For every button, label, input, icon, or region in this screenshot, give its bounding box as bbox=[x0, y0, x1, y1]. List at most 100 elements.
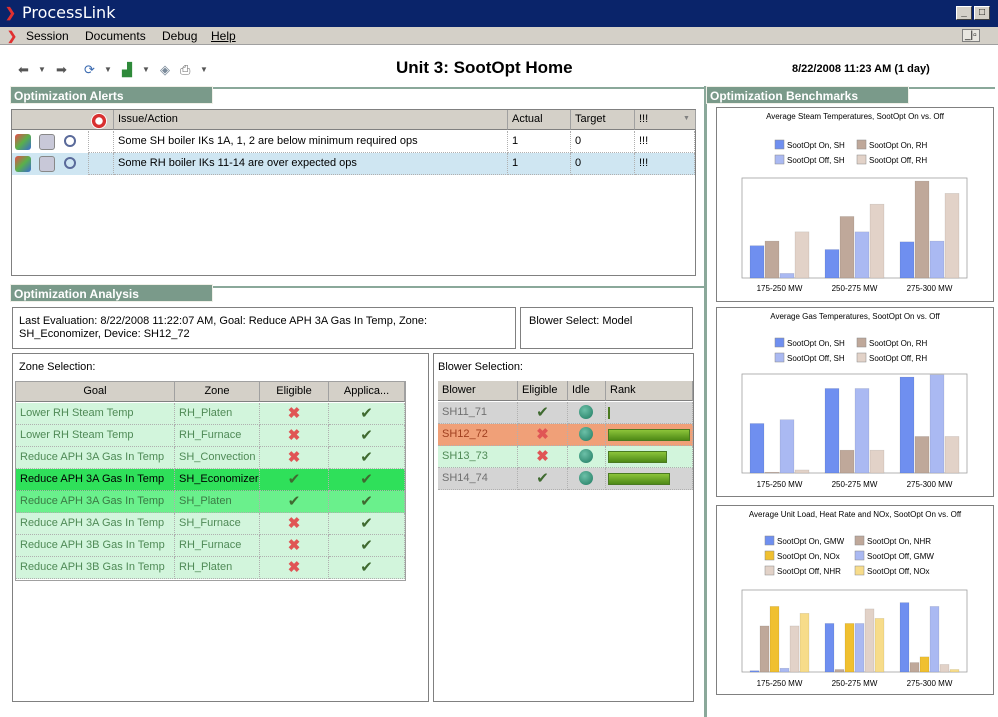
menu-help[interactable]: Help bbox=[211, 29, 236, 43]
blower-row[interactable]: SH11_71 ✔ bbox=[438, 402, 693, 424]
blower-row[interactable]: SH12_72 ✖ bbox=[438, 424, 693, 446]
chart-bar bbox=[839, 449, 855, 474]
legend-swatch bbox=[854, 565, 865, 576]
zone-goal-cell: Reduce APH 3A Gas In Temp bbox=[16, 469, 175, 491]
blower-row[interactable]: SH14_74 ✔ bbox=[438, 468, 693, 490]
palette-icon[interactable]: ◈ bbox=[160, 62, 170, 78]
magnifier-icon[interactable] bbox=[64, 135, 76, 147]
chevron-down-icon[interactable]: ▼ bbox=[683, 115, 690, 122]
eligible-check-icon: ✔ bbox=[518, 402, 568, 424]
chart-bar bbox=[794, 231, 810, 279]
idle-cell bbox=[568, 402, 606, 424]
print-dropdown-icon[interactable]: ▼ bbox=[200, 65, 208, 74]
refresh-dropdown-icon[interactable]: ▼ bbox=[104, 65, 112, 74]
blower-col-name[interactable]: Blower bbox=[438, 381, 518, 401]
chart-bar bbox=[799, 613, 810, 673]
chart-bar bbox=[764, 240, 780, 279]
chart-bar bbox=[824, 388, 840, 474]
chart-bar bbox=[794, 469, 810, 474]
applicable-check-icon: ✔ bbox=[329, 491, 405, 513]
eligible-check-icon: ✔ bbox=[260, 469, 329, 491]
zone-row[interactable]: Reduce APH 3A Gas In Temp SH_Furnace ✖ ✔ bbox=[16, 513, 405, 535]
idle-status-icon bbox=[579, 405, 593, 419]
alerts-col-issue[interactable]: Issue/Action bbox=[114, 110, 508, 130]
document-check-icon[interactable] bbox=[39, 156, 55, 172]
zone-goal-cell: Lower RH Steam Temp bbox=[16, 403, 175, 425]
menu-session[interactable]: Session bbox=[26, 29, 69, 43]
printer-icon[interactable]: ⎙ bbox=[180, 62, 190, 78]
zone-row[interactable]: Reduce APH 3A Gas In Temp SH_Convection ✖ ✔ bbox=[16, 447, 405, 469]
maximize-button[interactable]: □ bbox=[974, 6, 990, 20]
legend-swatch bbox=[856, 154, 867, 165]
menu-debug[interactable]: Debug bbox=[162, 29, 197, 43]
chart-bar bbox=[909, 662, 920, 673]
applicable-check-icon: ✔ bbox=[329, 447, 405, 469]
blower-col-eligible[interactable]: Eligible bbox=[518, 381, 568, 401]
last-evaluation-box: Last Evaluation: 8/22/2008 11:22:07 AM, … bbox=[12, 307, 516, 349]
blower-col-idle[interactable]: Idle bbox=[568, 381, 606, 401]
chart-bar bbox=[899, 602, 910, 673]
zone-row[interactable]: Lower RH Steam Temp RH_Platen ✖ ✔ bbox=[16, 403, 405, 425]
chart-bar bbox=[854, 388, 870, 474]
legend-label: SootOpt On, NOx bbox=[777, 552, 840, 561]
restore-child-button[interactable]: _|▫ bbox=[962, 29, 980, 42]
zone-col-goal[interactable]: Goal bbox=[16, 382, 175, 402]
people-icon[interactable] bbox=[15, 134, 31, 150]
zone-goal-cell: Reduce APH 3A Gas In Temp bbox=[16, 447, 175, 469]
alerts-col-actual[interactable]: Actual bbox=[508, 110, 571, 130]
back-arrow-icon[interactable]: ⬅ bbox=[18, 62, 29, 78]
blower-selection-label: Blower Selection: bbox=[438, 361, 523, 373]
zone-col-applicable[interactable]: Applica... bbox=[329, 382, 405, 402]
zone-row[interactable]: Lower RH Steam Temp RH_Furnace ✖ ✔ bbox=[16, 425, 405, 447]
bar-chart-icon[interactable]: ▟ bbox=[122, 62, 132, 78]
blower-grid: Blower Eligible Idle Rank SH11_71 ✔ SH12_7… bbox=[438, 381, 693, 491]
back-dropdown-icon[interactable]: ▼ bbox=[38, 65, 46, 74]
app-menu-icon[interactable]: ❯ bbox=[7, 29, 17, 43]
alerts-section-header: Optimization Alerts bbox=[10, 86, 213, 104]
forward-arrow-icon[interactable]: ➡ bbox=[56, 62, 67, 78]
blower-row[interactable]: SH13_73 ✖ bbox=[438, 446, 693, 468]
blower-col-rank[interactable]: Rank bbox=[606, 381, 693, 401]
applicable-check-icon: ✔ bbox=[329, 403, 405, 425]
refresh-icon[interactable]: ⟳ bbox=[84, 62, 95, 78]
people-icon[interactable] bbox=[15, 156, 31, 172]
eligible-cross-icon: ✖ bbox=[260, 535, 329, 557]
alarm-clock-icon[interactable] bbox=[91, 113, 107, 129]
minimize-button[interactable]: _ bbox=[956, 6, 972, 20]
panel-divider[interactable] bbox=[704, 86, 707, 717]
zone-row[interactable]: Reduce APH 3A Gas In Temp SH_Platen ✔ ✔ bbox=[16, 491, 405, 513]
zone-selection-label: Zone Selection: bbox=[19, 361, 96, 373]
category-tick-label: 250-275 MW bbox=[832, 284, 878, 293]
legend-swatch bbox=[774, 154, 785, 165]
zone-row[interactable]: Reduce APH 3B Gas In Temp RH_Furnace ✖ ✔ bbox=[16, 535, 405, 557]
chart-bar bbox=[779, 273, 795, 279]
menu-documents[interactable]: Documents bbox=[85, 29, 146, 43]
chart-bar bbox=[854, 623, 865, 673]
idle-cell bbox=[568, 446, 606, 468]
zone-row[interactable]: Reduce APH 3B Gas In Temp RH_Platen ✖ ✔ bbox=[16, 557, 405, 579]
alert-row[interactable]: Some SH boiler IKs 1A, 1, 2 are below mi… bbox=[12, 131, 695, 153]
alert-priority: !!! bbox=[635, 131, 695, 153]
alerts-col-target[interactable]: Target bbox=[571, 110, 635, 130]
page-title: Unit 3: SootOpt Home bbox=[396, 58, 573, 77]
chart-dropdown-icon[interactable]: ▼ bbox=[142, 65, 150, 74]
zone-col-zone[interactable]: Zone bbox=[175, 382, 260, 402]
chart-bar bbox=[749, 670, 760, 673]
report-timestamp: 8/22/2008 11:23 AM (1 day) bbox=[792, 63, 930, 75]
chart-bar bbox=[869, 449, 885, 474]
magnifier-icon[interactable] bbox=[64, 157, 76, 169]
legend-label: SootOpt On, SH bbox=[787, 141, 845, 150]
zone-row[interactable]: Reduce APH 3A Gas In Temp SH_Economizer ✔ ✔ bbox=[16, 469, 405, 491]
legend-swatch bbox=[764, 550, 775, 561]
chart-title: Average Gas Temperatures, SootOpt On vs.… bbox=[770, 312, 940, 321]
category-tick-label: 275-300 MW bbox=[907, 679, 953, 688]
legend-label: SootOpt On, NHR bbox=[867, 537, 931, 546]
chart-bar bbox=[914, 180, 930, 279]
zone-col-eligible[interactable]: Eligible bbox=[260, 382, 329, 402]
legend-swatch bbox=[856, 337, 867, 348]
chart-bar bbox=[939, 664, 950, 673]
blower-name: SH13_73 bbox=[438, 446, 518, 468]
document-check-icon[interactable] bbox=[39, 134, 55, 150]
load-heatrate-nox-chart: Average Unit Load, Heat Rate and NOx, So… bbox=[741, 510, 968, 688]
alert-row[interactable]: Some RH boiler IKs 11-14 are over expect… bbox=[12, 153, 695, 175]
